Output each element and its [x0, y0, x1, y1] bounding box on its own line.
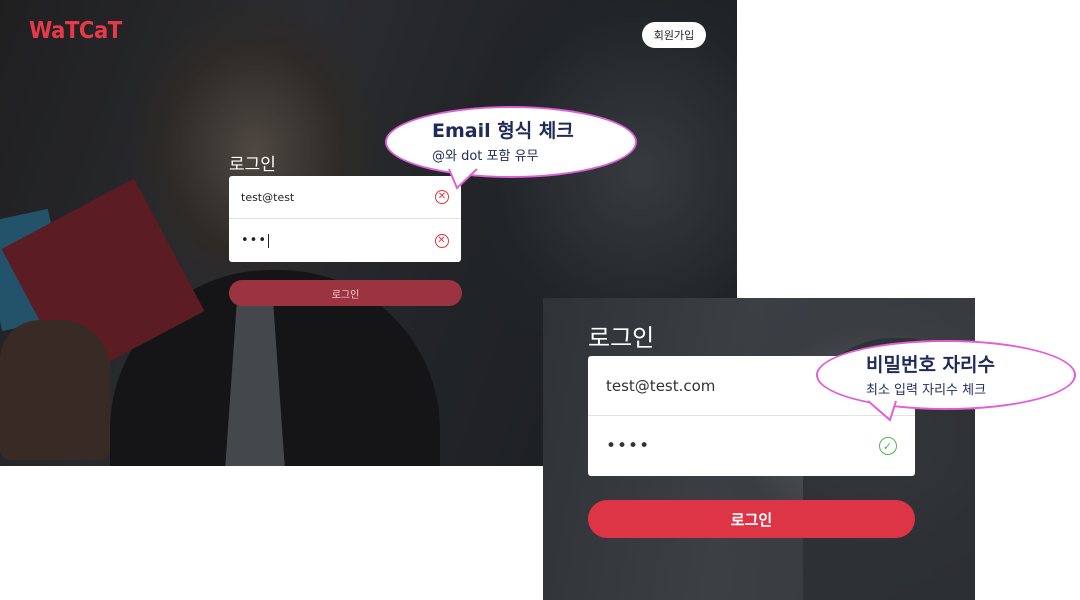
callout-tail	[448, 168, 478, 190]
error-circle-icon[interactable]: ✕	[435, 233, 449, 248]
login-form-title: 로그인	[229, 155, 276, 175]
password-value: ••••	[606, 436, 651, 456]
check-circle-icon: ✓	[879, 437, 897, 455]
password-callout-bubble: 비밀번호 자리수 최소 입력 자리수 체크	[816, 340, 1076, 422]
login-button[interactable]: 로그인	[588, 500, 915, 538]
login-form-title: 로그인	[588, 324, 655, 352]
password-callout-text: 비밀번호 자리수 최소 입력 자리수 체크	[866, 350, 995, 398]
password-callout-title: 비밀번호 자리수	[866, 354, 995, 376]
email-value: test@test	[241, 190, 295, 204]
signup-button[interactable]: 회원가입	[642, 22, 706, 48]
app-logo[interactable]: WaTCaT	[29, 18, 122, 44]
email-callout-text: Email 형식 체크 @와 dot 포함 유무	[432, 116, 574, 164]
password-callout-subtitle: 최소 입력 자리수 체크	[866, 383, 987, 398]
email-callout-subtitle: @와 dot 포함 유무	[432, 149, 539, 164]
password-field[interactable]: •••• ✓	[588, 416, 915, 476]
password-field[interactable]: ••• ✕	[229, 219, 461, 262]
password-value: •••	[241, 233, 270, 248]
callout-tail	[867, 400, 897, 422]
login-button[interactable]: 로그인	[229, 280, 462, 306]
text-cursor	[268, 233, 270, 248]
email-field[interactable]: test@test ✕	[229, 176, 461, 219]
error-circle-icon[interactable]: ✕	[435, 190, 449, 204]
email-callout-title: Email 형식 체크	[432, 120, 574, 142]
email-callout-bubble: Email 형식 체크 @와 dot 포함 유무	[385, 106, 637, 190]
